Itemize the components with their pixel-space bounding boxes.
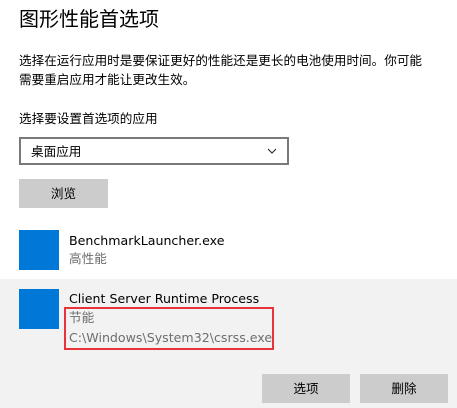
app-preference: 高性能 [69,251,107,266]
page-title: 图形性能首选项 [19,7,159,31]
description-line-2: 需要重启应用才能让更改生效。 [19,72,196,87]
app-type-label: 选择要设置首选项的应用 [19,111,158,126]
chevron-down-icon [267,148,277,154]
description-line-1: 选择在运行应用时是要保证更好的性能还是更长的电池使用时间。你可能 [19,53,422,68]
app-tile-icon [19,230,59,270]
app-name: Client Server Runtime Process [69,291,260,306]
highlight-annotation-box [64,307,274,350]
delete-button[interactable]: 删除 [360,374,448,403]
app-type-dropdown[interactable]: 桌面应用 [19,137,289,165]
browse-button[interactable]: 浏览 [19,179,108,208]
app-list-item-csrss[interactable]: Client Server Runtime Process 节能 C:\Wind… [0,279,457,408]
app-type-selected-value: 桌面应用 [31,144,82,159]
app-name: BenchmarkLauncher.exe [69,233,225,248]
page-description: 选择在运行应用时是要保证更好的性能还是更长的电池使用时间。你可能 需要重启应用才… [19,51,455,89]
app-list-item-benchmarklauncher[interactable]: BenchmarkLauncher.exe 高性能 [0,224,457,279]
app-tile-icon [19,289,59,329]
options-button[interactable]: 选项 [262,374,350,403]
